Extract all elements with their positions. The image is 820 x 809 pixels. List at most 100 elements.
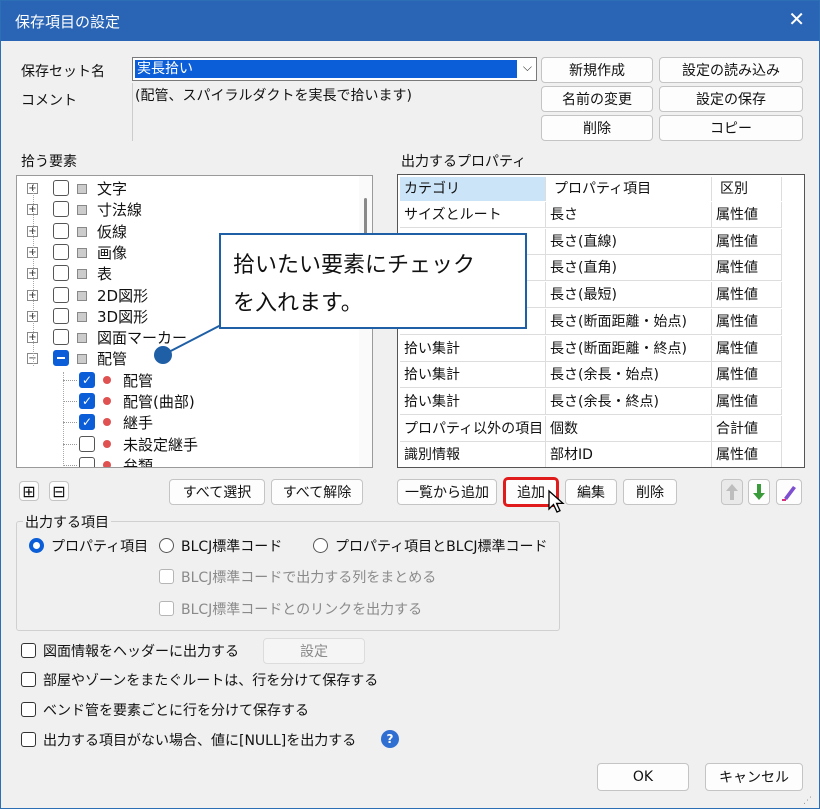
radio-blcj-code-label[interactable]: BLCJ標準コード [181,536,282,556]
column-header-category[interactable]: カテゴリ [400,177,546,201]
table-cell-type[interactable]: 属性値 [712,255,782,282]
edit-button[interactable]: 編集 [565,479,617,505]
header-info-label[interactable]: 図面情報をヘッダーに出力する [43,641,239,661]
table-cell-type[interactable]: 属性値 [712,282,782,309]
expand-all-icon[interactable]: ⊞ [19,481,39,501]
help-icon[interactable]: ? [381,730,399,748]
table-cell-category[interactable]: プロパティ以外の項目 [400,415,546,442]
bend-pipe-label[interactable]: ベンド管を要素ごとに行を分けて保存する [43,700,309,720]
tree-item[interactable]: ✓ 継手 [17,412,357,433]
cancel-button[interactable]: キャンセル [705,763,803,791]
save-settings-button[interactable]: 設定の保存 [659,86,803,112]
clear-all-button[interactable]: すべて解除 [271,479,363,505]
table-cell-property[interactable]: 長さ(断面距離・始点) [546,308,712,335]
table-cell-property[interactable]: 長さ(最短) [546,282,712,309]
radio-property-and-blcj[interactable] [313,538,328,553]
properties-label: 出力するプロパティ [401,154,527,170]
tree-item-checkbox[interactable] [53,329,69,346]
table-cell-type[interactable]: 属性値 [712,335,782,362]
tree-connector [63,464,77,466]
column-header-property[interactable]: プロパティ項目 [546,177,712,201]
comment-field[interactable]: (配管、スパイラルダクトを実長で拾います) [132,83,537,141]
table-cell-property[interactable]: 個数 [546,415,712,442]
new-button[interactable]: 新規作成 [541,57,653,83]
select-all-button[interactable]: すべて選択 [169,479,265,505]
table-cell-property[interactable]: 長さ(余長・終点) [546,388,712,415]
tree-item[interactable]: 弁類 [17,455,357,467]
merge-columns-checkbox[interactable] [159,569,174,584]
clear-formatting-icon[interactable] [776,479,802,505]
radio-property-and-blcj-label[interactable]: プロパティ項目とBLCJ標準コード [335,536,547,556]
rename-button[interactable]: 名前の変更 [541,86,653,112]
tree-item-checkbox[interactable]: ✓ [79,393,95,409]
table-cell-type[interactable]: 合計値 [712,415,782,442]
table-cell-type[interactable]: 属性値 [712,442,782,467]
table-cell-type[interactable]: 属性値 [712,202,782,228]
tree-item-checkbox[interactable]: ✓ [79,371,95,388]
table-cell-property[interactable]: 長さ(直角) [546,255,712,282]
close-icon[interactable]: ✕ [788,7,805,31]
split-route-checkbox[interactable] [21,672,36,687]
table-cell-type[interactable]: 属性値 [712,228,782,255]
table-cell-type[interactable]: 属性値 [712,388,782,415]
table-cell-property[interactable]: 長さ(断面距離・終点) [546,335,712,362]
tree-item[interactable]: + 寸法線 [17,199,357,220]
table-cell-category[interactable]: 識別情報 [400,442,546,467]
table-cell-category[interactable]: 拾い集計 [400,388,546,415]
table-cell-category[interactable]: 拾い集計 [400,335,546,362]
bend-pipe-checkbox[interactable] [21,702,36,717]
set-name-combobox[interactable]: 実長拾い ⌵ [132,57,537,81]
load-settings-button[interactable]: 設定の読み込み [659,57,803,83]
element-dot-icon [103,397,111,405]
tree-item-checkbox[interactable] [53,222,69,239]
table-cell-type[interactable]: 属性値 [712,308,782,335]
callout-box: 拾いたい要素にチェック を入れます。 [219,233,527,329]
move-up-icon[interactable] [721,479,743,505]
tree-item-checkbox[interactable] [79,435,95,452]
table-cell-type[interactable]: 属性値 [712,362,782,389]
tree-item-checkbox[interactable] [79,456,95,467]
settings-button[interactable]: 設定 [263,638,365,664]
resize-grip-icon[interactable]: ⋰ [803,796,812,806]
dialog-window: 保存項目の設定 ✕ 保存セット名 実長拾い ⌵ コメント (配管、スパイラルダク… [0,0,820,809]
merge-columns-label: BLCJ標準コードで出力する列をまとめる [181,570,437,586]
move-down-icon[interactable] [748,479,770,505]
tree-item-checkbox[interactable] [53,286,69,303]
tree-item[interactable]: 未設定継手 [17,434,357,455]
tree-item-checkbox[interactable] [53,265,69,282]
table-cell-property[interactable]: 部材ID [546,442,712,467]
table-cell-category[interactable]: 拾い集計 [400,362,546,389]
split-route-label[interactable]: 部屋やゾーンをまたぐルートは、行を分けて保存する [43,670,378,690]
radio-property-items-label[interactable]: プロパティ項目 [51,536,148,556]
copy-button[interactable]: コピー [659,115,803,141]
tree-item-checkbox[interactable] [53,243,69,260]
tree-item[interactable]: ✓ 配管 [17,370,357,391]
tree-scroll-thumb[interactable] [364,198,367,238]
dialog-title: 保存項目の設定 [15,13,121,31]
output-null-checkbox[interactable] [21,732,36,747]
column-header-type[interactable]: 区別 [712,177,782,201]
radio-blcj-code[interactable] [159,538,174,553]
tree-item-checkbox[interactable]: ✓ [79,414,95,431]
table-cell-property[interactable]: 長さ(直線) [546,228,712,255]
table-cell-property[interactable]: 長さ(余長・始点) [546,362,712,389]
output-link-checkbox[interactable] [159,601,174,616]
tree-item-checkbox[interactable] [53,201,69,218]
header-info-checkbox[interactable] [21,643,36,658]
tree-item-checkbox[interactable] [53,307,69,324]
table-cell-category[interactable]: サイズとルート [400,202,546,228]
delete-set-button[interactable]: 削除 [541,115,653,141]
add-from-list-button[interactable]: 一覧から追加 [397,479,497,505]
tree-item[interactable]: ✓ 配管(曲部) [17,391,357,412]
ok-button[interactable]: OK [597,763,689,791]
output-null-label[interactable]: 出力する項目がない場合、値に[NULL]を出力する [43,730,356,750]
radio-property-items[interactable] [29,538,44,553]
tree-item-checkbox[interactable] [53,180,69,196]
tree-item[interactable]: + 文字 [17,178,357,199]
collapse-all-icon[interactable]: ⊟ [49,481,69,501]
tree-item-checkbox[interactable] [53,350,69,367]
delete-property-button[interactable]: 削除 [623,479,677,505]
tree-guide-line [33,184,34,366]
chevron-down-icon[interactable]: ⌵ [523,60,532,75]
table-cell-property[interactable]: 長さ [546,202,712,228]
